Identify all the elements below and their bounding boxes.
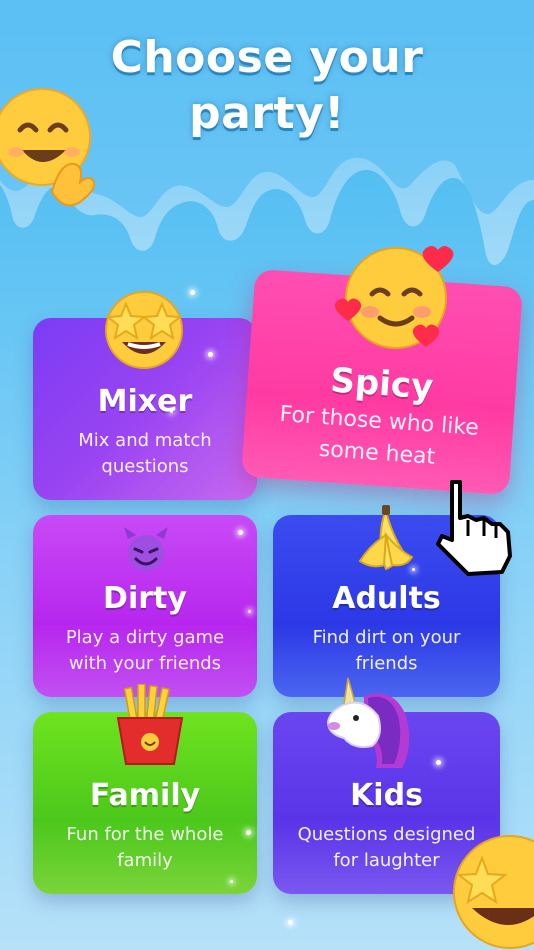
card-title: Dirty — [103, 581, 187, 616]
card-description: Find dirt on your friends — [312, 627, 461, 674]
sparkle-decoration — [190, 290, 195, 295]
card-title: Family — [89, 778, 201, 813]
card-title: Mixer — [97, 384, 193, 419]
banana-emoji-icon — [358, 505, 414, 571]
smiling-devil-emoji-icon — [124, 527, 168, 571]
card-description: Fun for the whole family — [66, 824, 224, 871]
sparkle-decoration — [412, 568, 415, 571]
sparkle-decoration — [208, 352, 213, 357]
unicorn-emoji-icon — [326, 677, 410, 768]
sparkle-decoration — [170, 410, 173, 413]
hand-pointer-cursor-icon — [436, 480, 512, 576]
star-struck-emoji-icon — [453, 835, 534, 949]
waving-face-emoji-icon — [0, 88, 96, 207]
sparkle-decoration — [238, 530, 243, 535]
sparkle-decoration — [246, 830, 251, 835]
sparkle-decoration — [288, 920, 293, 925]
card-description: For those who like some heat — [278, 401, 480, 470]
sparkle-decoration — [248, 610, 251, 613]
french-fries-emoji-icon — [116, 684, 184, 765]
smiling-face-with-hearts-emoji-icon — [334, 246, 454, 349]
card-title: Kids — [350, 778, 423, 813]
card-description: Play a dirty game with your friends — [65, 627, 225, 674]
star-struck-emoji-icon — [105, 291, 183, 369]
title-line-1: Choose your — [110, 32, 424, 83]
sparkle-decoration — [230, 880, 233, 883]
card-description: Mix and match questions — [78, 430, 212, 477]
sparkle-decoration — [436, 760, 441, 765]
card-title: Adults — [332, 581, 441, 616]
